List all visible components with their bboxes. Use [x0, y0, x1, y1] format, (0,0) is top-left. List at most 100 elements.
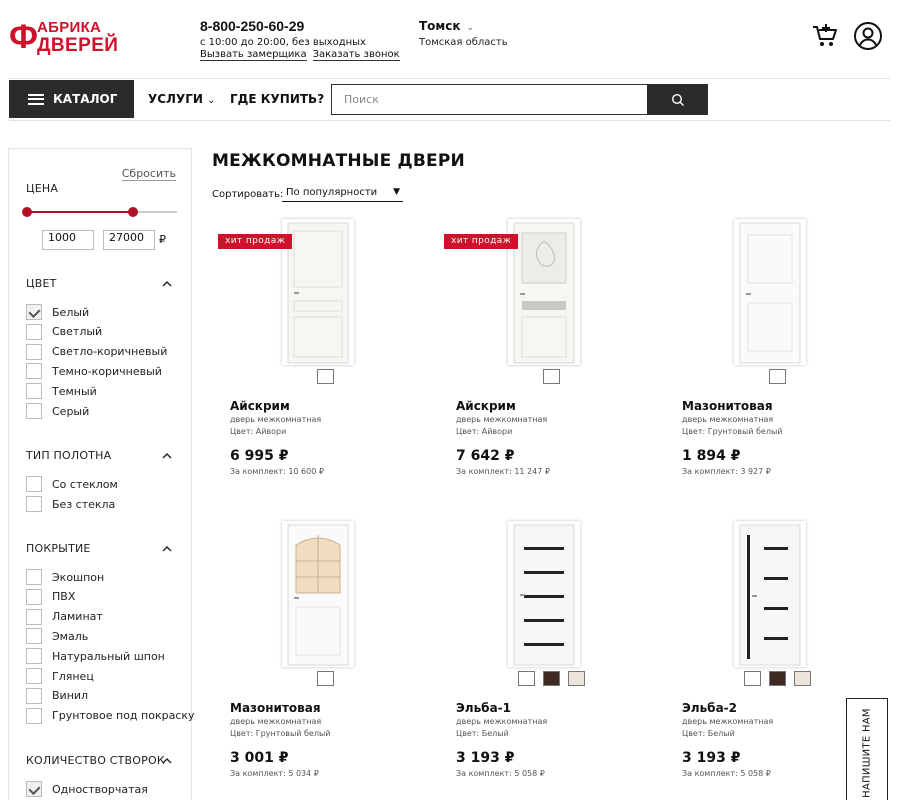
- request-callback-link[interactable]: Заказать звонок: [312, 49, 400, 61]
- call-measurer-link[interactable]: Вызвать замерщика: [200, 49, 307, 61]
- city-selector[interactable]: Томск ⌄: [419, 19, 474, 36]
- product-image[interactable]: [734, 521, 806, 667]
- checkbox[interactable]: [26, 323, 42, 340]
- product-image[interactable]: [282, 521, 354, 667]
- sort-select[interactable]: По популярности ▼: [282, 187, 403, 202]
- chevron-up-icon[interactable]: [162, 279, 172, 289]
- color-swatch[interactable]: [793, 671, 811, 686]
- color-swatch[interactable]: [743, 671, 761, 686]
- product-card[interactable]: Мазонитовая дверь межкомнатная Цвет: Грунт…: [664, 219, 890, 509]
- product-image[interactable]: [508, 219, 580, 365]
- checkbox[interactable]: [26, 343, 42, 360]
- checkbox[interactable]: [26, 403, 42, 419]
- filter-option-label: Белый: [52, 305, 90, 319]
- nav-services[interactable]: УСЛУГИ ⌄: [148, 80, 216, 118]
- product-type: дверь межкомнатная: [230, 415, 322, 424]
- filter-option[interactable]: Ламинат: [26, 608, 103, 625]
- checkbox[interactable]: [26, 668, 42, 684]
- filter-option[interactable]: Белый: [26, 304, 89, 320]
- chevron-up-icon[interactable]: [162, 756, 172, 766]
- filter-option[interactable]: Глянец: [26, 668, 94, 684]
- color-swatch[interactable]: [542, 671, 560, 686]
- nav-where-to-buy[interactable]: ГДЕ КУПИТЬ?: [230, 80, 324, 118]
- phone-number[interactable]: 8-800-250-60-29: [200, 17, 304, 35]
- checkbox[interactable]: [26, 569, 42, 585]
- filter-option[interactable]: Грунтовое под покраску: [26, 707, 195, 724]
- filter-option[interactable]: Серый: [26, 403, 89, 419]
- product-name[interactable]: Мазонитовая: [682, 399, 773, 413]
- filter-option[interactable]: Со стеклом: [26, 476, 118, 492]
- checkbox[interactable]: [26, 383, 42, 400]
- filter-option[interactable]: Одностворчатая: [26, 781, 148, 797]
- product-color: Цвет: Грунтовый белый: [682, 427, 783, 436]
- logo-text-line1: АБРИКА: [37, 19, 102, 36]
- price-min-input[interactable]: 1000: [42, 230, 94, 250]
- filter-option[interactable]: ПВХ: [26, 588, 75, 605]
- product-name[interactable]: Эльба-2: [682, 701, 737, 715]
- product-image[interactable]: [734, 219, 806, 365]
- filter-option-label: Эмаль: [52, 629, 89, 643]
- filter-option[interactable]: Темно-коричневый: [26, 363, 162, 380]
- product-name[interactable]: Айскрим: [230, 399, 290, 413]
- checkbox[interactable]: [26, 496, 42, 512]
- checkbox[interactable]: [26, 707, 42, 724]
- catalog-button[interactable]: КАТАЛОГ: [9, 80, 134, 118]
- filter-option[interactable]: Натуральный шпон: [26, 648, 165, 665]
- price-slider-max-handle[interactable]: [128, 207, 138, 217]
- filter-option[interactable]: Винил: [26, 687, 88, 704]
- checkbox[interactable]: [26, 476, 42, 492]
- checkbox[interactable]: [26, 648, 42, 665]
- chevron-up-icon[interactable]: [162, 451, 172, 461]
- filter-option-label: Светлый: [52, 325, 103, 339]
- filter-option[interactable]: Светлый: [26, 323, 103, 340]
- checkbox[interactable]: [26, 781, 42, 797]
- color-swatch[interactable]: [768, 369, 786, 384]
- checkbox[interactable]: [26, 304, 42, 320]
- product-type: дверь межкомнатная: [682, 415, 774, 424]
- product-name[interactable]: Мазонитовая: [230, 701, 321, 715]
- checkbox[interactable]: [26, 687, 42, 704]
- color-swatch[interactable]: [517, 671, 535, 686]
- search-input[interactable]: [331, 84, 648, 115]
- filter-option[interactable]: Эмаль: [26, 628, 89, 645]
- checkbox[interactable]: [26, 608, 42, 625]
- price-slider-min-handle[interactable]: [22, 207, 32, 217]
- filter-coating-title: ПОКРЫТИЕ: [26, 542, 91, 555]
- color-swatch[interactable]: [768, 671, 786, 686]
- reset-filters-link[interactable]: Сбросить: [121, 167, 176, 181]
- cart-icon[interactable]: [811, 21, 839, 49]
- filter-option[interactable]: Темный: [26, 383, 97, 400]
- price-max-input[interactable]: 27000: [103, 230, 155, 250]
- product-price: 3 193 ₽: [456, 750, 515, 766]
- product-card[interactable]: Эльба-1 дверь межкомнатная Цвет: Белый 3 19…: [438, 521, 664, 800]
- write-us-button[interactable]: НАПИШИТЕ НАМ: [846, 698, 888, 800]
- filter-option[interactable]: Экошпон: [26, 569, 104, 585]
- filter-option[interactable]: Без стекла: [26, 496, 115, 512]
- color-swatch[interactable]: [316, 369, 334, 384]
- filter-price-title: ЦЕНА: [26, 182, 59, 195]
- product-card[interactable]: хит продаж Айскрим дверь межкомнатная Цвет:…: [212, 219, 438, 509]
- product-image[interactable]: [282, 219, 354, 365]
- write-us-label: НАПИШИТЕ НАМ: [861, 708, 873, 798]
- product-price: 3 193 ₽: [682, 750, 741, 766]
- chevron-up-icon[interactable]: [162, 544, 172, 554]
- checkbox[interactable]: [26, 588, 42, 605]
- product-name[interactable]: Эльба-1: [456, 701, 511, 715]
- logo[interactable]: Ф АБРИКА ДВЕРЕЙ: [9, 19, 144, 59]
- filter-option[interactable]: Светло-коричневый: [26, 343, 167, 360]
- main-nav: КАТАЛОГ УСЛУГИ ⌄ ГДЕ КУПИТЬ?: [9, 80, 890, 118]
- product-color: Цвет: Айвори: [230, 427, 287, 436]
- checkbox[interactable]: [26, 628, 42, 645]
- search-button[interactable]: [647, 84, 708, 115]
- user-account-icon[interactable]: [853, 21, 883, 51]
- price-slider-track[interactable]: [27, 211, 177, 213]
- product-name[interactable]: Айскрим: [456, 399, 516, 413]
- color-swatch[interactable]: [567, 671, 585, 686]
- checkbox[interactable]: [26, 363, 42, 380]
- product-card[interactable]: хит продаж Айскрим дверь межкомнатная Цвет:…: [438, 219, 664, 509]
- filter-option-label: Серый: [52, 404, 90, 418]
- product-card[interactable]: Мазонитовая дверь межкомнатная Цвет: Грунт…: [212, 521, 438, 800]
- color-swatch[interactable]: [316, 671, 334, 686]
- product-image[interactable]: [508, 521, 580, 667]
- color-swatch[interactable]: [542, 369, 560, 384]
